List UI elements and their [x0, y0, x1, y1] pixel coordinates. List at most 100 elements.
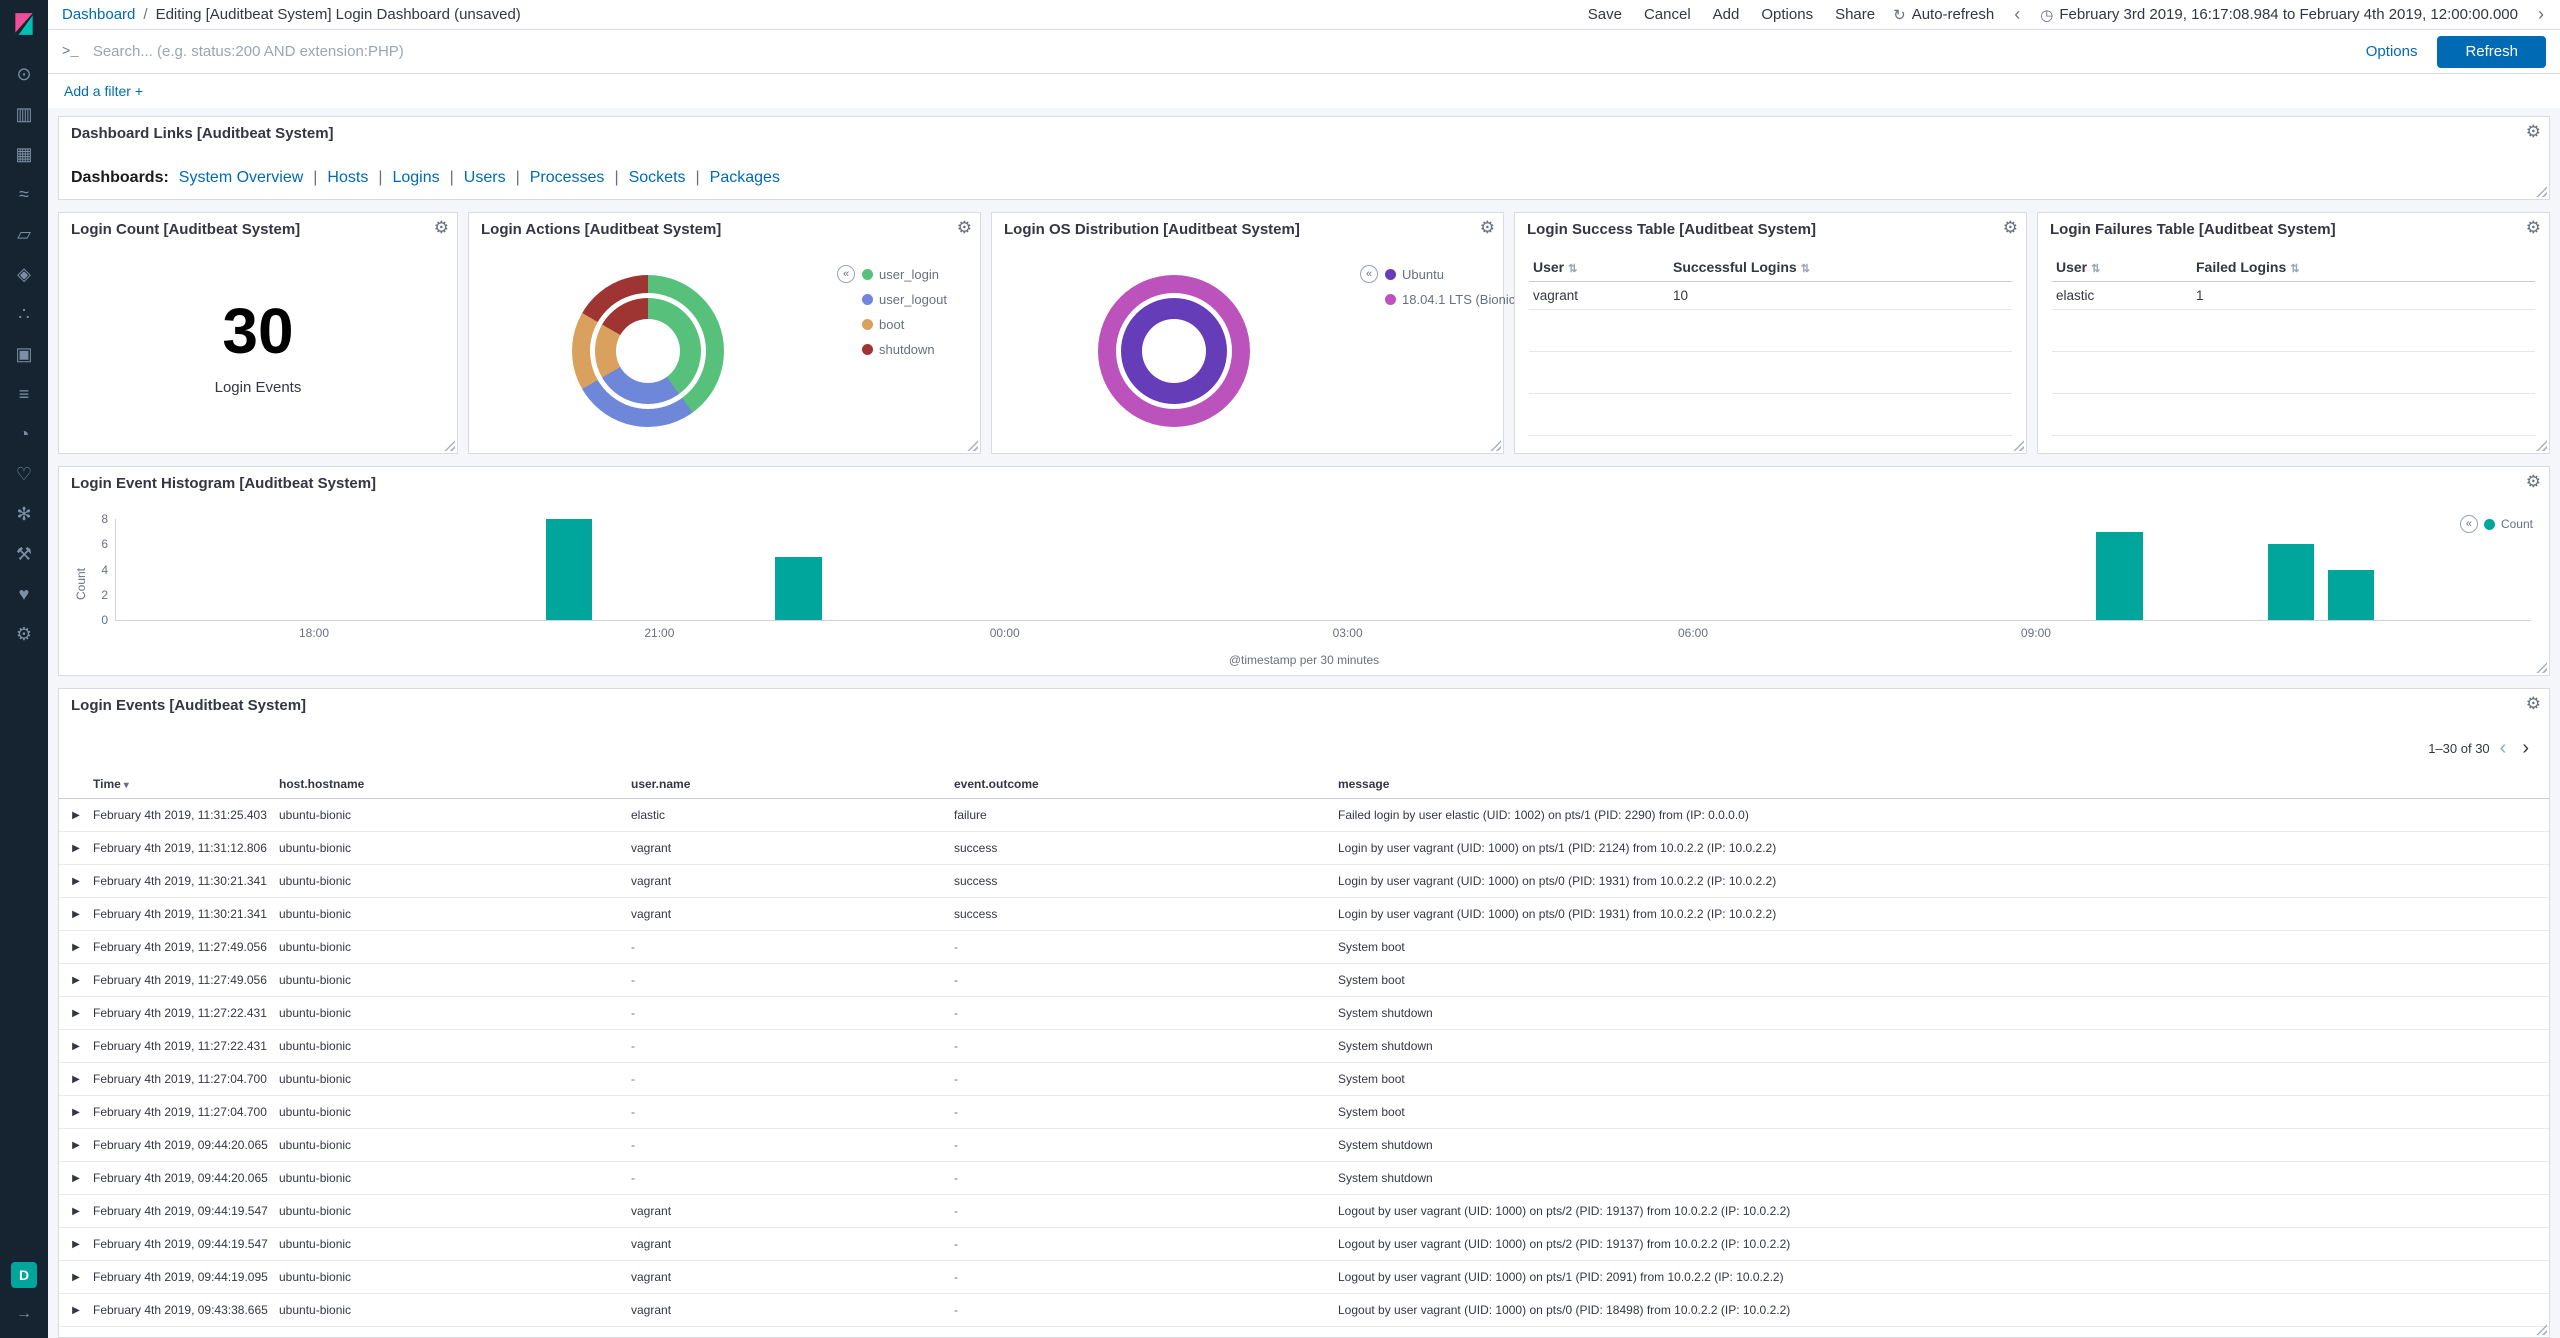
- sidebar-item-apm[interactable]: ◔: [0, 414, 48, 454]
- panel-options-gear-icon[interactable]: ⚙: [1480, 218, 1495, 238]
- expand-row-icon[interactable]: ▶: [59, 909, 93, 920]
- sidebar-item-management[interactable]: ⚙: [0, 614, 48, 654]
- sidebar-item-monitoring[interactable]: ♥: [0, 574, 48, 614]
- sidebar-item-uptime[interactable]: ♡: [0, 454, 48, 494]
- column-header-user[interactable]: User⇅: [1533, 259, 1673, 275]
- add-filter-link[interactable]: Add a filter +: [64, 83, 143, 99]
- dashboard-link-system-overview[interactable]: System Overview: [179, 169, 303, 187]
- table-row: elastic1: [2052, 282, 2535, 310]
- expand-row-icon[interactable]: ▶: [59, 1173, 93, 1184]
- expand-row-icon[interactable]: ▶: [59, 1140, 93, 1151]
- time-forward-icon[interactable]: ›: [2536, 4, 2546, 25]
- sidebar-item-discover[interactable]: ⊙: [0, 54, 48, 94]
- pagination-prev-icon[interactable]: ‹: [2494, 737, 2513, 760]
- column-header-event-outcome[interactable]: event.outcome: [954, 777, 1338, 791]
- panel-options-gear-icon[interactable]: ⚙: [2526, 218, 2541, 238]
- graph-icon: ✻: [16, 505, 31, 523]
- cell-message: Logout by user vagrant (UID: 1000) on pt…: [1338, 1270, 2549, 1284]
- expand-row-icon[interactable]: ▶: [59, 1206, 93, 1217]
- legend-collapse-icon[interactable]: «: [837, 265, 855, 283]
- expand-row-icon[interactable]: ▶: [59, 843, 93, 854]
- kibana-logo[interactable]: [0, 0, 48, 48]
- expand-row-icon[interactable]: ▶: [59, 1074, 93, 1085]
- expand-row-icon[interactable]: ▶: [59, 810, 93, 821]
- histogram-bar[interactable]: [2268, 544, 2314, 620]
- legend-item-user-login[interactable]: user_login: [862, 267, 947, 282]
- sidebar-item-graph[interactable]: ✻: [0, 494, 48, 534]
- histogram-bar[interactable]: [546, 519, 592, 620]
- refresh-button[interactable]: Refresh: [2437, 36, 2546, 68]
- panel-options-gear-icon[interactable]: ⚙: [2003, 218, 2018, 238]
- expand-row-icon[interactable]: ▶: [59, 876, 93, 887]
- expand-row-icon[interactable]: ▶: [59, 942, 93, 953]
- panel-options-gear-icon[interactable]: ⚙: [957, 218, 972, 238]
- legend-item-boot[interactable]: boot: [862, 317, 947, 332]
- dashboard-link-users[interactable]: Users: [464, 169, 506, 187]
- auto-refresh-button[interactable]: ↻ Auto-refresh: [1893, 6, 1994, 24]
- sidebar-item-dev-tools[interactable]: ⚒: [0, 534, 48, 574]
- pagination-next-icon[interactable]: ›: [2516, 737, 2535, 760]
- legend-collapse-icon[interactable]: «: [1360, 265, 1378, 283]
- topnav-add-button[interactable]: Add: [1713, 6, 1740, 23]
- dashboard-link-logins[interactable]: Logins: [392, 169, 439, 187]
- sidebar-item-timelion[interactable]: ≈: [0, 174, 48, 214]
- time-range-picker[interactable]: ◷ February 3rd 2019, 16:17:08.984 to Feb…: [2040, 6, 2518, 24]
- histogram-bar[interactable]: [775, 557, 821, 620]
- time-back-icon[interactable]: ‹: [2012, 4, 2022, 25]
- sidebar-item-dashboard[interactable]: ▦: [0, 134, 48, 174]
- sidebar-item-infrastructure[interactable]: ▣: [0, 334, 48, 374]
- topnav-cancel-button[interactable]: Cancel: [1644, 6, 1691, 23]
- sidebar-item-machine-learning[interactable]: ∴: [0, 294, 48, 334]
- link-separator: |: [614, 169, 618, 187]
- histogram-bar[interactable]: [2096, 532, 2142, 620]
- table-header: User⇅Successful Logins⇅: [1529, 253, 2012, 282]
- x-tick-label: 21:00: [644, 626, 674, 640]
- sidebar-collapse-icon[interactable]: →: [10, 1304, 38, 1324]
- cell-hostname: ubuntu-bionic: [279, 1039, 631, 1053]
- expand-row-icon[interactable]: ▶: [59, 1239, 93, 1250]
- sidebar-item-canvas[interactable]: ▱: [0, 214, 48, 254]
- topnav-share-button[interactable]: Share: [1835, 6, 1875, 23]
- column-header-successful-logins[interactable]: Successful Logins⇅: [1673, 259, 2008, 275]
- panel-options-gear-icon[interactable]: ⚙: [2526, 122, 2541, 142]
- cell-username: vagrant: [631, 874, 954, 888]
- query-bar: >_ Options Refresh: [48, 30, 2560, 74]
- histogram-bar[interactable]: [2328, 570, 2374, 621]
- search-input[interactable]: [91, 42, 2354, 61]
- expand-row-icon[interactable]: ▶: [59, 1305, 93, 1316]
- login-actions-donut[interactable]: [572, 275, 724, 427]
- column-header-user-name[interactable]: user.name: [631, 777, 954, 791]
- column-header-host-hostname[interactable]: host.hostname: [279, 777, 631, 791]
- login-os-donut[interactable]: [1098, 275, 1250, 427]
- sidebar-item-visualize[interactable]: ▥: [0, 94, 48, 134]
- panel-options-gear-icon[interactable]: ⚙: [434, 218, 449, 238]
- topnav-save-button[interactable]: Save: [1588, 6, 1622, 23]
- column-header-user[interactable]: User⇅: [2056, 259, 2196, 275]
- dashboard-link-processes[interactable]: Processes: [530, 169, 605, 187]
- column-header-time[interactable]: Time▾: [93, 777, 279, 791]
- cell-outcome: -: [954, 973, 1338, 987]
- column-header-message[interactable]: message: [1338, 777, 2549, 791]
- top-nav-bar: Dashboard / Editing [Auditbeat System] L…: [48, 0, 2560, 30]
- expand-row-icon[interactable]: ▶: [59, 1107, 93, 1118]
- sidebar-item-logs[interactable]: ≡: [0, 374, 48, 414]
- dashboard-link-hosts[interactable]: Hosts: [327, 169, 368, 187]
- column-header-failed-logins[interactable]: Failed Logins⇅: [2196, 259, 2531, 275]
- expand-row-icon[interactable]: ▶: [59, 975, 93, 986]
- expand-row-icon[interactable]: ▶: [59, 1041, 93, 1052]
- panel-title: Login OS Distribution [Auditbeat System]: [1004, 221, 1300, 238]
- expand-row-icon[interactable]: ▶: [59, 1272, 93, 1283]
- breadcrumb-dashboard-link[interactable]: Dashboard: [62, 6, 135, 23]
- topnav-options-button[interactable]: Options: [1761, 6, 1813, 23]
- query-options-link[interactable]: Options: [2366, 43, 2418, 60]
- panel-options-gear-icon[interactable]: ⚙: [2526, 472, 2541, 492]
- dashboard-link-packages[interactable]: Packages: [710, 169, 780, 187]
- legend-item-user-logout[interactable]: user_logout: [862, 292, 947, 307]
- dashboard-link-sockets[interactable]: Sockets: [629, 169, 686, 187]
- space-badge[interactable]: D: [11, 1262, 37, 1288]
- sidebar-item-maps[interactable]: ◈: [0, 254, 48, 294]
- cell-username: -: [631, 1039, 954, 1053]
- expand-row-icon[interactable]: ▶: [59, 1008, 93, 1019]
- legend-item-shutdown[interactable]: shutdown: [862, 342, 947, 357]
- panel-options-gear-icon[interactable]: ⚙: [2526, 694, 2541, 714]
